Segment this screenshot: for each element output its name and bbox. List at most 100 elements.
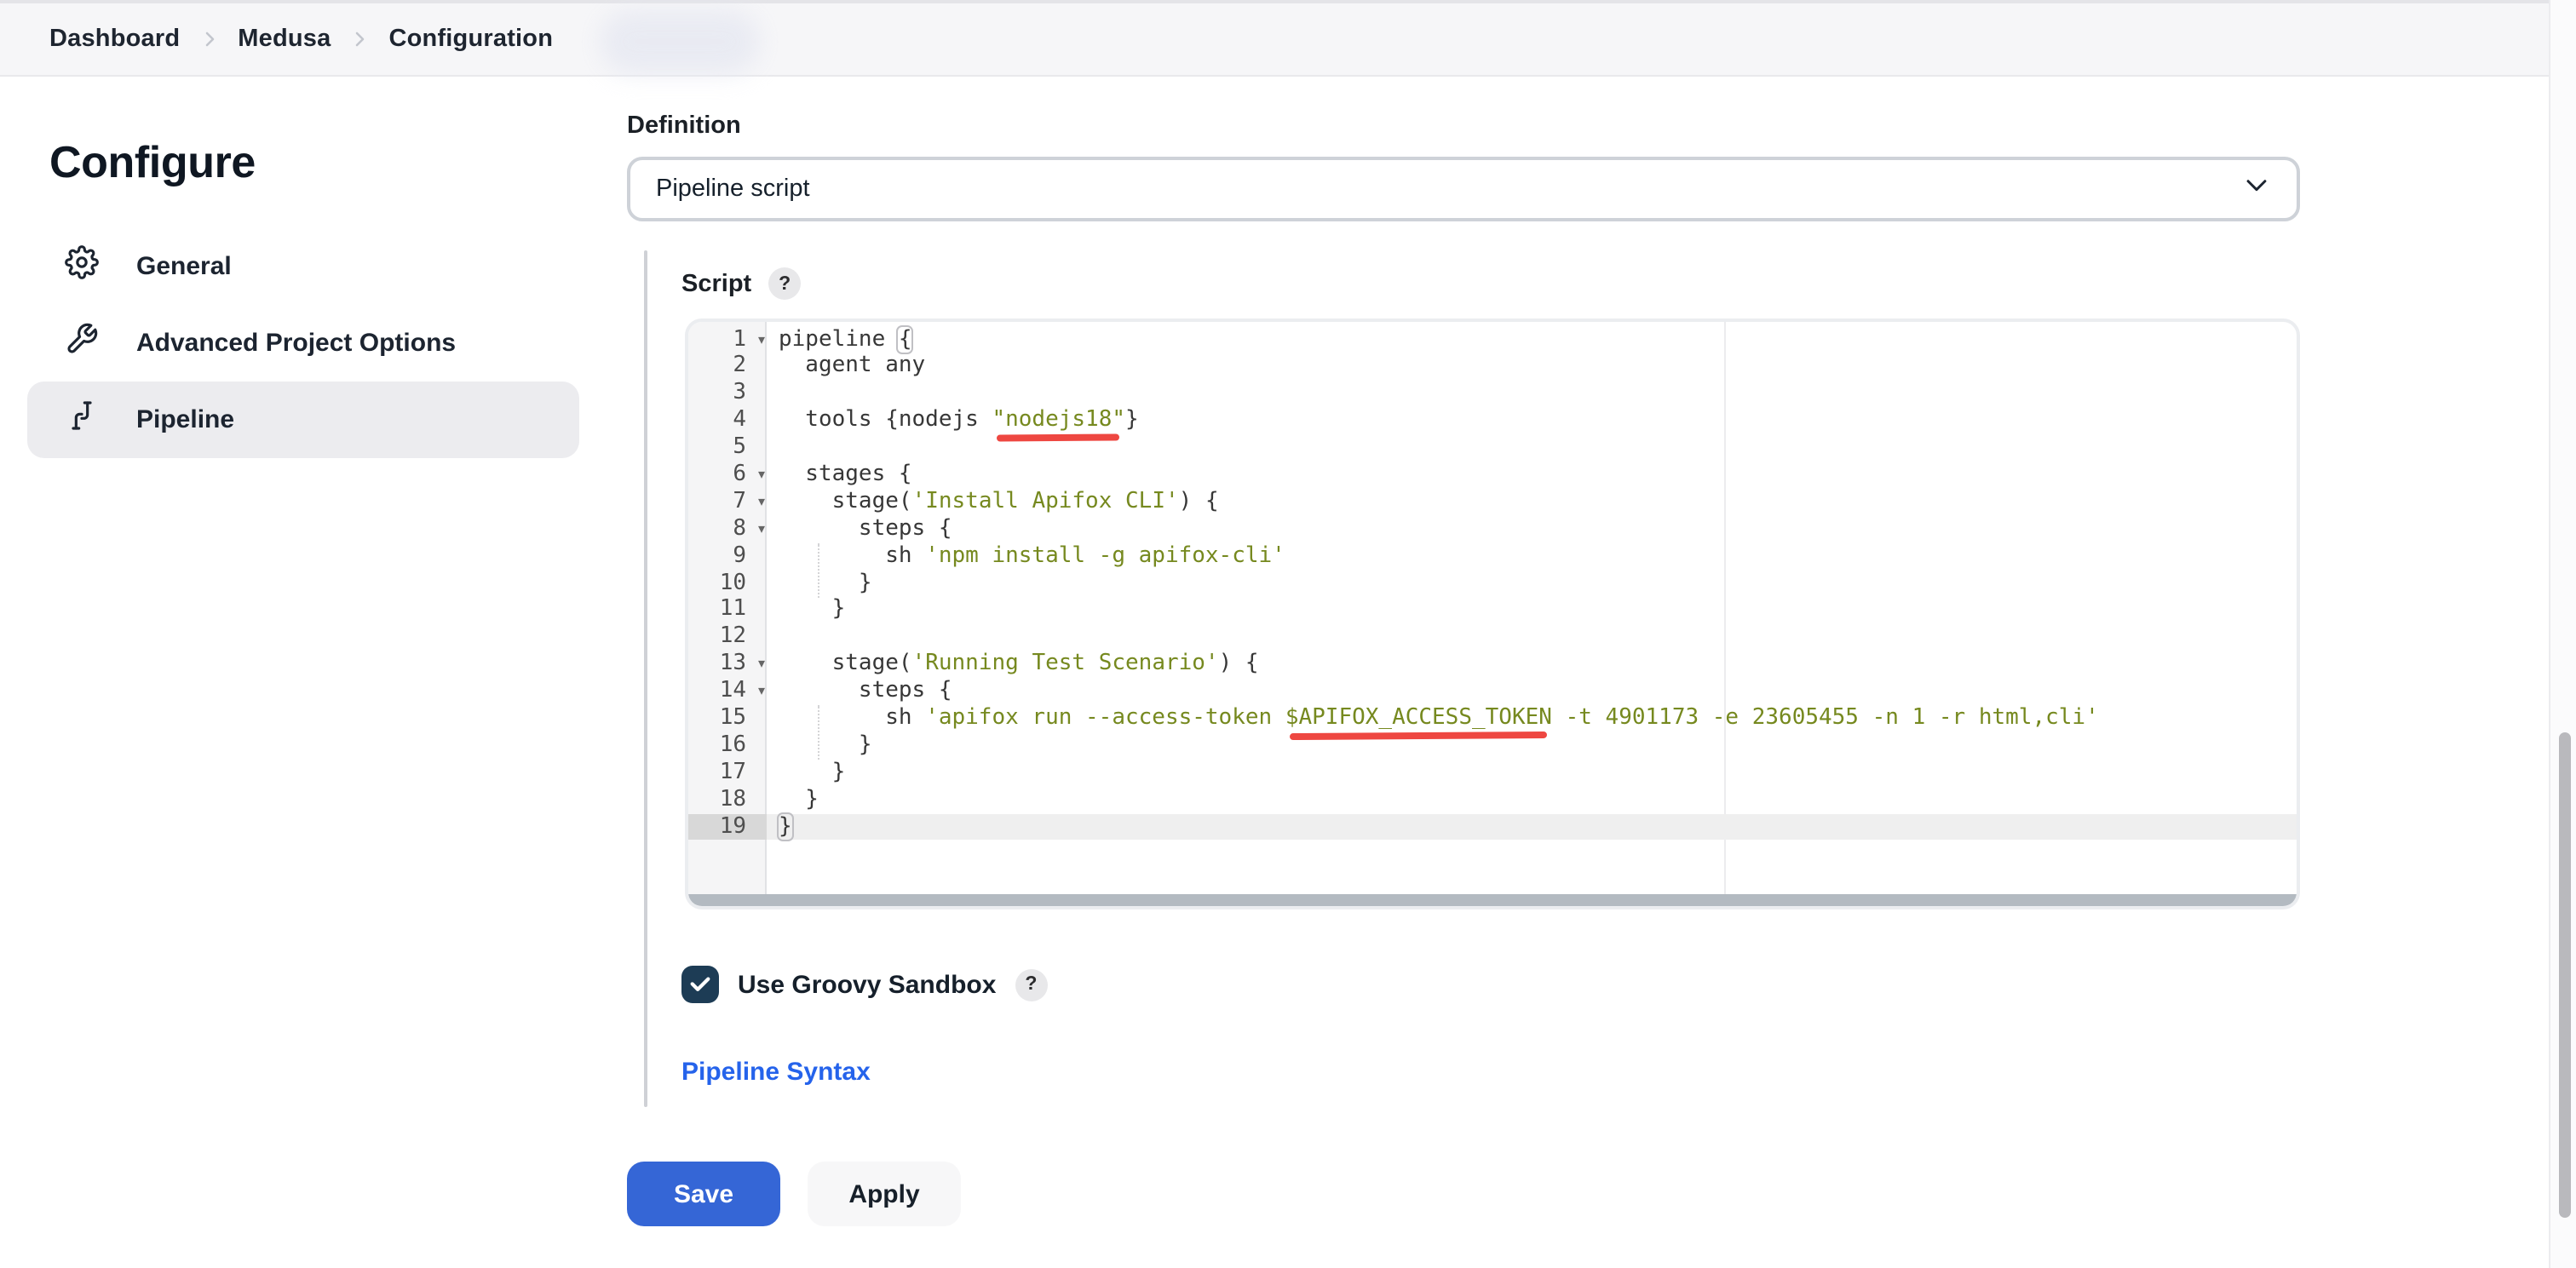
script-field-header: Script ? (681, 267, 801, 300)
red-underline-mark: $APIFOX_ACCESS_TOKEN (1285, 705, 1552, 731)
groovy-sandbox-row: Use Groovy Sandbox ? (681, 966, 1047, 1003)
line-number: 9 (688, 542, 767, 570)
breadcrumb: Dashboard Medusa Configuration (49, 26, 553, 53)
line-number: 11 (688, 597, 767, 624)
definition-select[interactable]: Pipeline script (627, 157, 2300, 221)
code-text[interactable]: agent any (767, 353, 925, 381)
code-text[interactable]: sh 'npm install -g apifox-cli' (767, 542, 1285, 570)
definition-label: Definition (627, 112, 741, 140)
code-line[interactable]: 11 } (688, 597, 2297, 624)
jenkins-configure-page: Dashboard Medusa Configuration Configure… (0, 0, 2576, 1268)
sidebar-item-pipeline[interactable]: Pipeline (27, 382, 579, 458)
pipeline-script-editor[interactable]: 1▾pipeline {2 agent any34 tools {nodejs … (685, 318, 2300, 909)
definition-select-value: Pipeline script (656, 175, 810, 203)
fold-arrow-icon[interactable]: ▾ (758, 678, 765, 705)
red-underline-mark: "nodejs18" (992, 407, 1125, 433)
line-number: 12 (688, 624, 767, 651)
help-icon[interactable]: ? (1015, 968, 1047, 1001)
fold-arrow-icon[interactable]: ▾ (758, 462, 765, 489)
line-number: 13▾ (688, 651, 767, 678)
code-line[interactable]: 2 agent any (688, 353, 2297, 381)
code-text[interactable]: steps { (767, 678, 952, 705)
sidebar-item-label: Pipeline (136, 405, 234, 434)
breadcrumb-medusa[interactable]: Medusa (238, 26, 331, 53)
breadcrumb-configuration[interactable]: Configuration (388, 26, 553, 53)
line-number: 15 (688, 705, 767, 732)
line-number: 5 (688, 434, 767, 462)
fold-arrow-icon[interactable]: ▾ (758, 515, 765, 542)
line-number: 2 (688, 353, 767, 381)
line-number: 4 (688, 407, 767, 434)
script-label: Script (681, 270, 751, 297)
editor-horizontal-scrollbar[interactable] (688, 894, 2297, 906)
code-line[interactable]: 4 tools {nodejs "nodejs18"} (688, 407, 2297, 434)
line-number: 14▾ (688, 678, 767, 705)
code-text[interactable]: } (767, 732, 872, 760)
page-scrollbar-track (2549, 0, 2576, 1268)
code-text[interactable]: sh 'apifox run --access-token $APIFOX_AC… (767, 705, 2099, 732)
sidebar-item-advanced-project-options[interactable]: Advanced Project Options (27, 305, 579, 382)
code-text[interactable]: stage('Running Test Scenario') { (767, 651, 1259, 678)
code-line[interactable]: 17 } (688, 760, 2297, 787)
code-text[interactable] (767, 624, 779, 651)
line-number: 7▾ (688, 489, 767, 516)
code-line[interactable]: 8▾ steps { (688, 515, 2297, 542)
chevron-down-icon (2242, 170, 2271, 208)
line-number: 19 (688, 813, 767, 841)
breadcrumb-dashboard[interactable]: Dashboard (49, 26, 180, 53)
fold-arrow-icon[interactable]: ▾ (758, 651, 765, 678)
code-line[interactable]: 12 (688, 624, 2297, 651)
code-line[interactable]: 14▾ steps { (688, 678, 2297, 705)
code-text[interactable]: pipeline { (767, 326, 912, 353)
sidebar-item-label: Advanced Project Options (136, 329, 456, 358)
line-number: 16 (688, 732, 767, 760)
sidebar-item-general[interactable]: General (27, 228, 579, 305)
code-text[interactable]: tools {nodejs "nodejs18"} (767, 407, 1139, 434)
code-text[interactable]: } (767, 786, 819, 813)
code-line[interactable]: 19} (688, 813, 2297, 841)
save-button[interactable]: Save (627, 1162, 780, 1226)
code-text[interactable]: } (767, 813, 792, 841)
line-number: 18 (688, 786, 767, 813)
code-text[interactable]: } (767, 597, 845, 624)
top-bar: Dashboard Medusa Configuration (0, 0, 2549, 77)
groovy-sandbox-checkbox[interactable] (681, 966, 719, 1003)
page-scrollbar-thumb[interactable] (2558, 732, 2570, 1218)
line-number: 17 (688, 760, 767, 787)
line-number: 6▾ (688, 462, 767, 489)
line-number: 3 (688, 381, 767, 408)
help-icon[interactable]: ? (768, 267, 801, 300)
code-line[interactable]: 3 (688, 381, 2297, 408)
code-line[interactable]: 18 } (688, 786, 2297, 813)
action-buttons: Save Apply (627, 1162, 961, 1226)
gear-icon (65, 245, 99, 288)
code-text[interactable]: stage('Install Apifox CLI') { (767, 489, 1219, 516)
code-text[interactable]: } (767, 570, 872, 597)
sidebar-item-label: General (136, 252, 232, 281)
code-line[interactable]: 15 sh 'apifox run --access-token $APIFOX… (688, 705, 2297, 732)
code-text[interactable]: } (767, 760, 845, 787)
chevron-right-icon (198, 29, 219, 49)
apply-button[interactable]: Apply (808, 1162, 961, 1226)
code-line[interactable]: 6▾ stages { (688, 462, 2297, 489)
code-text[interactable] (767, 381, 779, 408)
pipeline-syntax-link[interactable]: Pipeline Syntax (681, 1058, 871, 1087)
line-number: 1▾ (688, 326, 767, 353)
fold-arrow-icon[interactable]: ▾ (758, 489, 765, 516)
code-line[interactable]: 10 } (688, 570, 2297, 597)
code-text[interactable] (767, 434, 779, 462)
code-lines: 1▾pipeline {2 agent any34 tools {nodejs … (688, 326, 2297, 841)
chevron-right-icon (349, 29, 370, 49)
code-text[interactable]: stages { (767, 462, 912, 489)
code-line[interactable]: 7▾ stage('Install Apifox CLI') { (688, 489, 2297, 516)
fold-arrow-icon[interactable]: ▾ (758, 326, 765, 353)
code-text[interactable]: steps { (767, 515, 952, 542)
code-line[interactable]: 5 (688, 434, 2297, 462)
groovy-sandbox-label: Use Groovy Sandbox (738, 970, 996, 999)
code-line[interactable]: 1▾pipeline { (688, 326, 2297, 353)
wrench-icon (65, 322, 99, 364)
section-indent-line (644, 250, 647, 1107)
line-number: 8▾ (688, 515, 767, 542)
code-line[interactable]: 9 sh 'npm install -g apifox-cli' (688, 542, 2297, 570)
code-line[interactable]: 13▾ stage('Running Test Scenario') { (688, 651, 2297, 678)
